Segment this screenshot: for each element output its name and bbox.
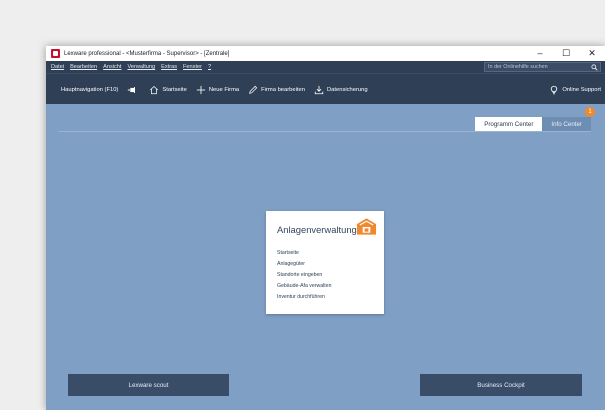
menu-extras[interactable]: Extras [161,64,177,70]
datensicherung-button[interactable]: Datensicherung [314,85,368,95]
desktop-background: Lexware professional - <Musterfirma - Su… [0,0,605,410]
window-title: Lexware professional - <Musterfirma - Su… [64,50,230,57]
search-icon[interactable] [591,64,598,71]
link-gebaeude-afa[interactable]: Gebäude-Afa verwalten [277,281,332,292]
menu-help[interactable]: ? [208,64,211,70]
startseite-label: Startseite [162,86,187,93]
link-startseite[interactable]: Startseite [277,248,332,259]
pin-button[interactable] [127,85,140,95]
module-links: Startseite Anlagegüter Standorte eingebe… [277,248,332,303]
menu-datei[interactable]: Datei [51,64,64,70]
application-window: Lexware professional - <Musterfirma - Su… [46,46,605,410]
menu-bearbeiten[interactable]: Bearbeiten [70,64,97,70]
module-logo-icon [356,218,377,235]
toolbar: Hauptnavigation (F10) Startseite Neue Fi… [46,73,605,105]
tab-info-center-label: Info Center [551,120,582,128]
anlagenverwaltung-card: Anlagenverwaltung Startseite Anlagegüter… [266,211,384,314]
notification-badge: 1 [585,107,595,117]
title-bar: Lexware professional - <Musterfirma - Su… [46,46,605,61]
tab-info-center[interactable]: Info Center 1 [542,107,595,131]
datensicherung-label: Datensicherung [326,86,368,93]
home-icon [150,85,159,94]
tab-divider [58,131,591,132]
maximize-button[interactable]: ☐ [553,46,579,61]
menu-verwaltung[interactable]: Verwaltung [127,64,155,70]
link-inventur[interactable]: Inventur durchführen [277,292,332,303]
pencil-icon [249,85,258,94]
download-icon [314,85,324,94]
main-content: Programm Center Info Center 1 Anlagenver… [46,104,605,410]
neue-firma-button[interactable]: Neue Firma [196,85,239,95]
help-search-input[interactable] [485,64,588,70]
link-standorte-eingeben[interactable]: Standorte eingeben [277,270,332,281]
firma-bearbeiten-label: Firma bearbeiten [261,86,305,93]
menu-ansicht[interactable]: Ansicht [103,64,121,70]
lexware-app-icon [51,49,60,58]
center-tabs: Programm Center Info Center 1 [475,107,595,131]
menu-bar: Datei Bearbeiten Ansicht Verwaltung Extr… [46,61,605,73]
link-anlagegueter[interactable]: Anlagegüter [277,259,332,270]
lightbulb-icon [551,85,558,94]
pin-icon [128,86,136,93]
help-search-box [484,62,601,72]
tab-programm-center[interactable]: Programm Center [475,117,543,131]
main-navigation-label: Hauptnavigation (F10) [61,86,119,93]
window-controls: – ☐ ✕ [527,46,605,61]
online-support-button[interactable]: Online Support [549,74,601,105]
startseite-button[interactable]: Startseite [149,85,187,95]
neue-firma-label: Neue Firma [208,86,240,93]
plus-icon [196,85,206,94]
lexware-scout-button[interactable]: Lexware scout [68,374,229,396]
firma-bearbeiten-button[interactable]: Firma bearbeiten [248,85,305,95]
main-navigation-button[interactable]: Hauptnavigation (F10) [61,87,118,93]
close-button[interactable]: ✕ [579,46,605,61]
online-support-label: Online Support [562,86,601,93]
menu-fenster[interactable]: Fenster [183,64,202,70]
module-title[interactable]: Anlagenverwaltung [277,224,357,235]
business-cockpit-button[interactable]: Business Cockpit [420,374,582,396]
minimize-button[interactable]: – [527,46,553,61]
